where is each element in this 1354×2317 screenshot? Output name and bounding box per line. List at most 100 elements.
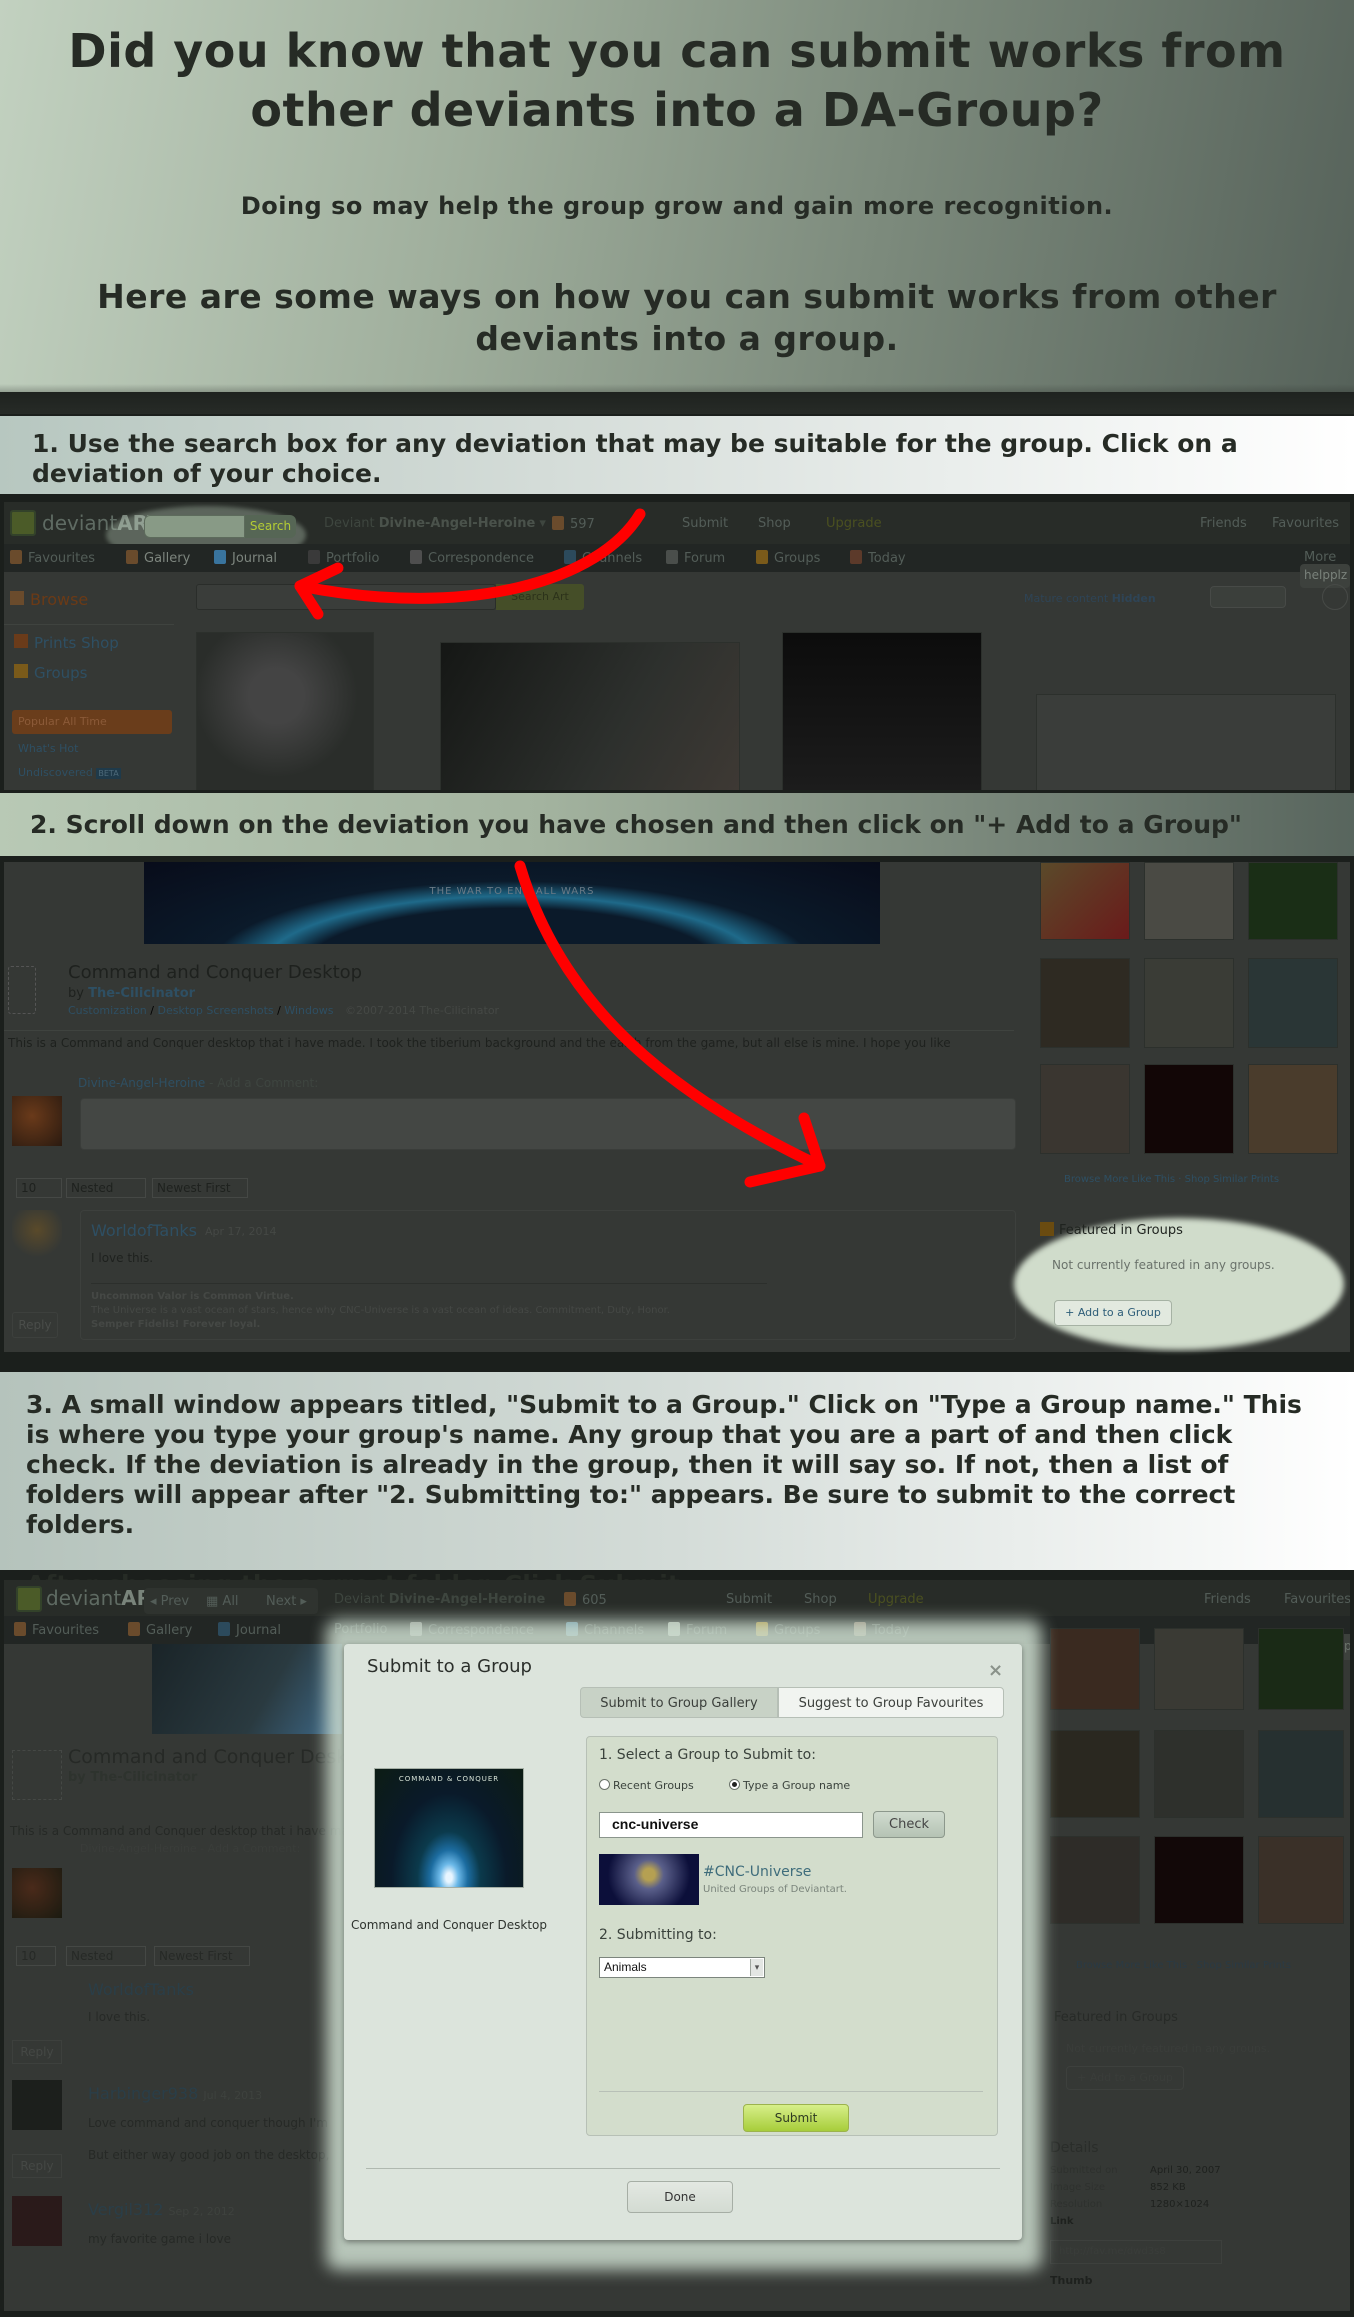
comment-user-harbinger[interactable]: Harbinger938 Jul 4, 2013 [88,2084,262,2103]
related-thumb-1[interactable] [1040,862,1130,940]
nav-channels[interactable]: Channels [564,550,642,566]
related-thumb-7[interactable] [1050,1836,1140,1924]
related-thumb-9[interactable] [1248,1064,1338,1154]
nav-gallery[interactable]: Gallery [126,550,190,566]
breadcrumb-customization[interactable]: Customization [68,1004,147,1017]
comments-per-page-select[interactable]: 10 [16,1946,56,1966]
submit-button[interactable]: Submit [743,2104,849,2132]
close-icon[interactable]: × [988,1660,1003,1681]
comment-user-vergil[interactable]: Vergil312 Sep 2, 2012 [88,2200,235,2219]
nav-journal[interactable]: Journal [214,550,277,566]
radio-recent-groups[interactable]: Recent Groups [599,1779,694,1792]
filter-undiscovered[interactable]: Undiscovered BETA [18,766,121,779]
related-thumb-2[interactable] [1154,1628,1244,1710]
group-name-link[interactable]: #CNC-Universe [703,1864,811,1880]
sidebar-groups[interactable]: Groups [14,664,87,682]
nav-gallery[interactable]: Gallery [128,1622,192,1638]
nav-today[interactable]: Today [850,550,906,566]
comment-view-select[interactable]: Nested [66,1178,146,1198]
favourites-link[interactable]: Favourites [1284,1592,1350,1607]
comment-textarea[interactable] [80,1098,1016,1150]
prev-button[interactable]: ◂ Prev [144,1588,200,1614]
nav-more[interactable]: More [1304,550,1336,565]
related-thumb-6[interactable] [1248,958,1338,1048]
done-button[interactable]: Done [627,2181,733,2213]
related-thumb-1[interactable] [1050,1628,1140,1710]
thumbnail-steampunk-keys[interactable] [196,632,374,790]
reply-button[interactable]: Reply [12,2040,62,2064]
related-thumb-2[interactable] [1144,862,1234,940]
favourites-link[interactable]: Favourites [1272,516,1339,531]
filter-whats-hot[interactable]: What's Hot [18,742,78,755]
related-thumb-3[interactable] [1258,1628,1344,1710]
search-art-button[interactable]: Search Art [496,584,584,610]
view-toggle[interactable] [1210,586,1286,608]
menu-upgrade[interactable]: Upgrade [868,1592,924,1607]
next-button[interactable]: Next ▸ [260,1588,318,1614]
comment-user-worldoftanks[interactable]: WorldofTanks [88,1980,194,1999]
radio-type-group-name[interactable]: Type a Group name [729,1779,850,1792]
related-thumb-5[interactable] [1154,1730,1244,1818]
browse-more-link[interactable]: Browse More Like This · Shop Similar Pri… [1064,1174,1279,1185]
reply-button[interactable]: Reply [12,2154,62,2178]
menu-submit[interactable]: Submit [726,1592,772,1607]
menu-upgrade[interactable]: Upgrade [826,516,882,531]
related-thumb-9[interactable] [1258,1836,1344,1924]
nav-correspondence[interactable]: Correspondence [410,550,534,566]
points-count[interactable]: 605 [564,1592,607,1608]
nav-portfolio[interactable]: Portfolio [308,550,379,566]
user-menu[interactable]: Deviant Divine-Angel-Heroine [334,1592,545,1607]
nav-favourites[interactable]: Favourites [14,1622,99,1638]
comment-sort-select[interactable]: Newest First [154,1946,250,1966]
menu-shop[interactable]: Shop [804,1592,837,1607]
comment-view-select[interactable]: Nested [66,1946,146,1966]
related-thumb-5[interactable] [1144,958,1234,1048]
thumbnail-figure-sketches[interactable] [1036,694,1336,790]
browse-search-input[interactable] [196,584,496,610]
filter-popular-all-time[interactable]: Popular All Time [12,710,172,734]
friends-link[interactable]: Friends [1204,1592,1251,1607]
add-to-group-button[interactable]: + Add to a Group [1054,1300,1172,1326]
tab-submit-to-group-gallery[interactable]: Submit to Group Gallery [580,1687,778,1718]
nav-journal[interactable]: Journal [218,1622,281,1638]
comments-per-page-select[interactable]: 10 [16,1178,62,1198]
browse-more-link[interactable]: Browse More Like This · Shop Similar Pri… [1076,1960,1291,1971]
points-count[interactable]: 597 [552,516,595,532]
related-thumb-7[interactable] [1040,1064,1130,1154]
author-link[interactable]: The-Cilicinator [88,986,195,1001]
tab-suggest-to-group-favourites[interactable]: Suggest to Group Favourites [778,1687,1004,1718]
comment-user[interactable]: WorldofTanks [91,1221,197,1240]
comment-sort-select[interactable]: Newest First [152,1178,248,1198]
add-to-group-button[interactable]: + Add to a Group [1066,2066,1184,2090]
search-button[interactable]: Search [244,515,296,538]
deviation-banner[interactable]: THE WAR TO END ALL WARS [144,862,880,944]
menu-shop[interactable]: Shop [758,516,791,531]
mature-filter[interactable]: Mature content Hidden [1024,592,1156,605]
related-thumb-4[interactable] [1040,958,1130,1048]
nav-favourites[interactable]: Favourites [10,550,95,566]
friends-link[interactable]: Friends [1200,516,1247,531]
deviation-banner[interactable] [152,1644,342,1734]
user-menu[interactable]: Deviant Divine-Angel-Heroine ▾ [324,516,546,531]
reply-button[interactable]: Reply [12,1312,58,1338]
menu-submit[interactable]: Submit [682,516,728,531]
sidebar-prints-shop[interactable]: Prints Shop [14,634,119,652]
all-button[interactable]: ▦ All [200,1588,260,1614]
breadcrumb-desktop-screenshots[interactable]: Desktop Screenshots [158,1004,274,1017]
related-thumb-6[interactable] [1258,1730,1344,1818]
link-field[interactable]: http://fav.me/dwd3s8 [1050,2240,1222,2264]
thumbnail-city-alley[interactable] [782,632,982,790]
related-thumb-8[interactable] [1154,1836,1244,1924]
check-button[interactable]: Check [873,1811,945,1838]
related-thumb-3[interactable] [1248,862,1338,940]
thumbnail-dark-warrior[interactable] [440,642,740,790]
author-avatar[interactable] [8,966,36,1014]
nav-forum[interactable]: Forum [666,550,725,566]
play-icon[interactable] [1322,584,1348,610]
related-thumb-4[interactable] [1050,1730,1140,1818]
folder-select[interactable]: Animals ▾ [599,1957,765,1978]
group-name-input[interactable]: cnc-universe [599,1812,863,1838]
related-thumb-8[interactable] [1144,1064,1234,1154]
breadcrumb-windows[interactable]: Windows [284,1004,333,1017]
nav-groups[interactable]: Groups [756,550,820,566]
